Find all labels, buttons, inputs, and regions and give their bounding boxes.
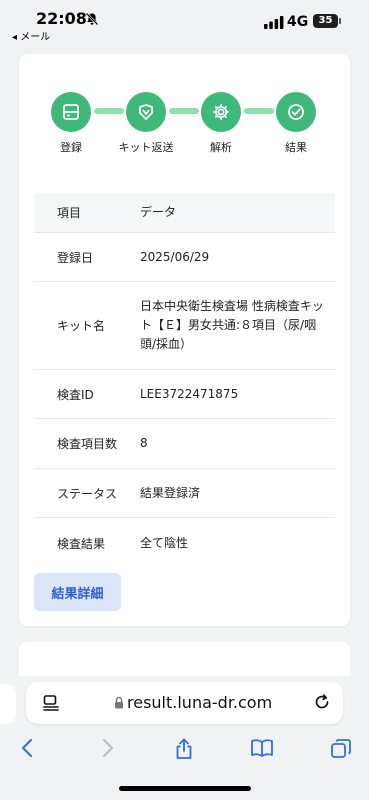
step-label-result: 結果 [285, 141, 307, 154]
row-label: 検査ID [57, 387, 94, 402]
lock-icon [115, 696, 123, 709]
back-to-app-link[interactable]: ◂ メール [12, 28, 50, 43]
tabs-icon[interactable] [330, 738, 352, 760]
table-row: 登録日 2025/06/29 [34, 233, 335, 282]
url-text[interactable]: result.luna-dr.com [127, 693, 272, 712]
reload-icon[interactable] [312, 692, 332, 712]
gear-icon [212, 103, 230, 121]
row-value: 8 [140, 436, 148, 450]
step-label-register: 登録 [60, 141, 82, 154]
row-value: 結果登録済 [140, 485, 201, 500]
battery-icon: 35 [313, 14, 338, 28]
row-label: 検査結果 [57, 536, 106, 551]
page-menu-icon[interactable] [42, 694, 60, 712]
table-row: 検査項目数 8 [34, 419, 335, 469]
status-time: 22:08 [36, 9, 87, 28]
row-label: 検査項目数 [57, 437, 118, 451]
battery-tip [339, 18, 341, 24]
register-icon [63, 104, 79, 120]
header-item: 項目 [57, 206, 82, 220]
network-type: 4G [287, 14, 309, 30]
table-row: 検査ID LEE3722471875 [34, 370, 335, 419]
header-data: データ [140, 205, 177, 219]
result-detail-button[interactable]: 結果詳細 [34, 573, 121, 611]
table-row: ステータス 結果登録済 [34, 469, 335, 518]
back-icon[interactable] [18, 738, 38, 758]
step-register [51, 92, 91, 132]
progress-stepper: 登録 キット返送 解析 結果 [19, 54, 350, 164]
row-value: LEE3722471875 [140, 386, 239, 401]
row-value: 日本中央衛生検査場 性病検査キット【Ｅ】男女共通:８項目（尿/咽頭/採血） [140, 299, 324, 351]
row-value: 2025/06/29 [140, 249, 210, 264]
forward-icon[interactable] [97, 738, 117, 758]
check-icon [288, 104, 304, 120]
step-connector [94, 108, 124, 114]
row-value: 全て陰性 [140, 535, 189, 550]
table-row: 検査結果 全て陰性 [34, 518, 335, 568]
share-icon[interactable] [174, 738, 194, 760]
table-header: 項目 データ [34, 193, 335, 233]
kit-return-icon [139, 104, 153, 120]
step-label-analysis: 解析 [210, 141, 232, 154]
home-indicator [119, 786, 251, 791]
step-result [276, 92, 316, 132]
previous-tab-preview[interactable] [0, 684, 16, 724]
bell-muted-icon [85, 12, 99, 26]
step-connector [244, 108, 274, 114]
cellular-signal-icon [264, 16, 284, 29]
result-table: 項目 データ 登録日 2025/06/29 キット名 日本中央衛生検査場 性病検… [34, 193, 335, 568]
step-label-kit-return: キット返送 [118, 141, 174, 154]
row-label: 登録日 [57, 250, 94, 265]
step-analysis [201, 92, 241, 132]
table-row: キット名 日本中央衛生検査場 性病検査キット【Ｅ】男女共通:８項目（尿/咽頭/採… [34, 282, 335, 370]
row-label: ステータス [57, 486, 118, 501]
step-connector [169, 108, 199, 114]
bookmarks-icon[interactable] [250, 738, 274, 758]
result-card: 登録 キット返送 解析 結果 項目 データ 登録日 2025/06/29 キット… [19, 54, 350, 626]
row-label: キット名 [57, 319, 106, 333]
step-kit-return [126, 92, 166, 132]
